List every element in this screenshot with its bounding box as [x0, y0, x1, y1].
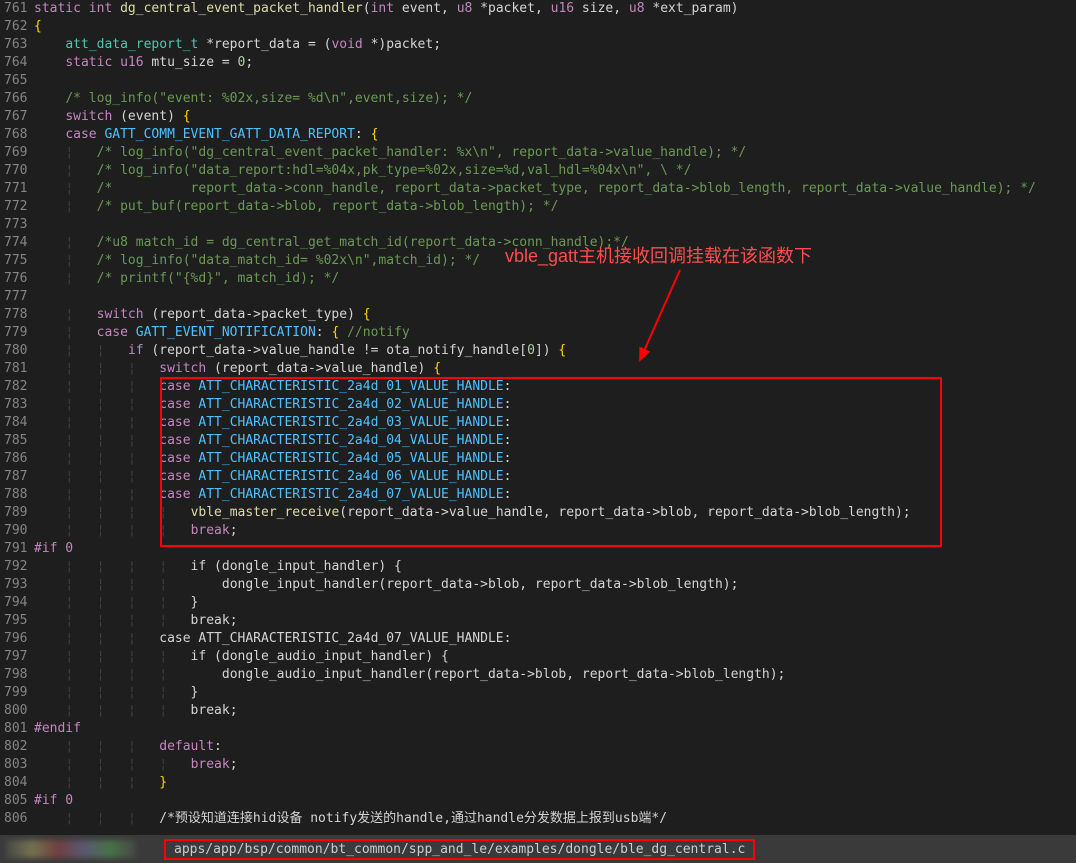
- code-line[interactable]: ¦ /* log_info("dg_central_event_packet_h…: [34, 144, 1076, 162]
- code-line[interactable]: ¦ ¦ ¦ case ATT_CHARACTERISTIC_2a4d_01_VA…: [34, 378, 1076, 396]
- line-number: 780: [4, 342, 24, 360]
- line-number: 796: [4, 630, 24, 648]
- line-number: 762: [4, 18, 24, 36]
- code-line[interactable]: static int dg_central_event_packet_handl…: [34, 0, 1076, 18]
- code-line[interactable]: ¦ ¦ ¦ ¦ dongle_input_handler(report_data…: [34, 576, 1076, 594]
- code-line[interactable]: switch (event) {: [34, 108, 1076, 126]
- code-area[interactable]: static int dg_central_event_packet_handl…: [32, 0, 1076, 835]
- line-number: 777: [4, 288, 24, 306]
- code-line[interactable]: ¦ ¦ ¦ case ATT_CHARACTERISTIC_2a4d_04_VA…: [34, 432, 1076, 450]
- line-number: 765: [4, 72, 24, 90]
- line-number: 801: [4, 720, 24, 738]
- code-line[interactable]: case GATT_COMM_EVENT_GATT_DATA_REPORT: {: [34, 126, 1076, 144]
- line-number: 775: [4, 252, 24, 270]
- code-line[interactable]: #if 0: [34, 540, 1076, 558]
- code-line[interactable]: ¦ ¦ ¦ ¦ dongle_audio_input_handler(repor…: [34, 666, 1076, 684]
- line-number: 804: [4, 774, 24, 792]
- code-line[interactable]: ¦ ¦ ¦ ¦ }: [34, 594, 1076, 612]
- line-number: 786: [4, 450, 24, 468]
- line-number: 795: [4, 612, 24, 630]
- line-number: 783: [4, 396, 24, 414]
- line-number: 785: [4, 432, 24, 450]
- code-line[interactable]: ¦ ¦ ¦ ¦ break;: [34, 756, 1076, 774]
- line-number: 771: [4, 180, 24, 198]
- status-bar: apps/app/bsp/common/bt_common/spp_and_le…: [0, 835, 1076, 863]
- code-line[interactable]: ¦ /*u8 match_id = dg_central_get_match_i…: [34, 234, 1076, 252]
- line-number: 800: [4, 702, 24, 720]
- line-number: 769: [4, 144, 24, 162]
- code-line[interactable]: ¦ ¦ ¦ case ATT_CHARACTERISTIC_2a4d_07_VA…: [34, 630, 1076, 648]
- line-number: 805: [4, 792, 24, 810]
- line-number: 764: [4, 54, 24, 72]
- line-number: 803: [4, 756, 24, 774]
- code-line[interactable]: ¦ ¦ ¦ case ATT_CHARACTERISTIC_2a4d_06_VA…: [34, 468, 1076, 486]
- code-line[interactable]: ¦ ¦ ¦ ¦ break;: [34, 702, 1076, 720]
- code-line[interactable]: ¦ ¦ ¦ /*预设知道连接hid设备 notify发送的handle,通过ha…: [34, 810, 1076, 828]
- line-number: 768: [4, 126, 24, 144]
- line-number: 792: [4, 558, 24, 576]
- file-path-text: apps/app/bsp/common/bt_common/spp_and_le…: [174, 842, 745, 857]
- line-number: 797: [4, 648, 24, 666]
- code-line[interactable]: ¦ ¦ if (report_data->value_handle != ota…: [34, 342, 1076, 360]
- code-line[interactable]: ¦ ¦ ¦ switch (report_data->value_handle)…: [34, 360, 1076, 378]
- code-line[interactable]: ¦ ¦ ¦ default:: [34, 738, 1076, 756]
- code-line[interactable]: ¦ ¦ ¦ case ATT_CHARACTERISTIC_2a4d_07_VA…: [34, 486, 1076, 504]
- code-line[interactable]: ¦ ¦ ¦ case ATT_CHARACTERISTIC_2a4d_02_VA…: [34, 396, 1076, 414]
- code-line[interactable]: [34, 288, 1076, 306]
- line-number: 791: [4, 540, 24, 558]
- code-line[interactable]: ¦ ¦ ¦ ¦ vble_master_receive(report_data-…: [34, 504, 1076, 522]
- code-line[interactable]: ¦ /* printf("{%d}", match_id); */: [34, 270, 1076, 288]
- line-number: 806: [4, 810, 24, 828]
- line-number: 770: [4, 162, 24, 180]
- code-line[interactable]: ¦ ¦ ¦ ¦ }: [34, 684, 1076, 702]
- line-number: 781: [4, 360, 24, 378]
- line-number: 774: [4, 234, 24, 252]
- code-line[interactable]: att_data_report_t *report_data = (void *…: [34, 36, 1076, 54]
- code-editor[interactable]: 7617627637647657667677687697707717727737…: [0, 0, 1076, 835]
- line-number: 767: [4, 108, 24, 126]
- line-number: 799: [4, 684, 24, 702]
- line-number: 788: [4, 486, 24, 504]
- code-line[interactable]: ¦ switch (report_data->packet_type) {: [34, 306, 1076, 324]
- line-number: 766: [4, 90, 24, 108]
- code-line[interactable]: ¦ /* report_data->conn_handle, report_da…: [34, 180, 1076, 198]
- line-number: 779: [4, 324, 24, 342]
- line-number: 802: [4, 738, 24, 756]
- code-line[interactable]: {: [34, 18, 1076, 36]
- code-line[interactable]: /* log_info("event: %02x,size= %d\n",eve…: [34, 90, 1076, 108]
- code-line[interactable]: [34, 216, 1076, 234]
- line-number: 784: [4, 414, 24, 432]
- code-line[interactable]: ¦ ¦ ¦ }: [34, 774, 1076, 792]
- code-line[interactable]: [34, 72, 1076, 90]
- statusbar-blur-region: [6, 840, 136, 858]
- code-line[interactable]: ¦ ¦ ¦ ¦ break;: [34, 522, 1076, 540]
- line-number: 798: [4, 666, 24, 684]
- code-line[interactable]: ¦ ¦ ¦ ¦ if (dongle_audio_input_handler) …: [34, 648, 1076, 666]
- line-number: 761: [4, 0, 24, 18]
- code-line[interactable]: ¦ /* log_info("data_match_id= %02x\n",ma…: [34, 252, 1076, 270]
- line-number: 789: [4, 504, 24, 522]
- line-number: 787: [4, 468, 24, 486]
- line-number: 794: [4, 594, 24, 612]
- code-line[interactable]: ¦ ¦ ¦ ¦ if (dongle_input_handler) {: [34, 558, 1076, 576]
- line-number: 773: [4, 216, 24, 234]
- code-line[interactable]: ¦ ¦ ¦ case ATT_CHARACTERISTIC_2a4d_05_VA…: [34, 450, 1076, 468]
- code-line[interactable]: #if 0: [34, 792, 1076, 810]
- line-number: 790: [4, 522, 24, 540]
- code-line[interactable]: #endif: [34, 720, 1076, 738]
- line-number: 763: [4, 36, 24, 54]
- code-line[interactable]: ¦ /* log_info("data_report:hdl=%04x,pk_t…: [34, 162, 1076, 180]
- line-number: 772: [4, 198, 24, 216]
- line-number: 778: [4, 306, 24, 324]
- code-line[interactable]: ¦ ¦ ¦ case ATT_CHARACTERISTIC_2a4d_03_VA…: [34, 414, 1076, 432]
- line-number: 776: [4, 270, 24, 288]
- code-line[interactable]: ¦ case GATT_EVENT_NOTIFICATION: { //noti…: [34, 324, 1076, 342]
- line-number: 782: [4, 378, 24, 396]
- code-line[interactable]: ¦ ¦ ¦ ¦ break;: [34, 612, 1076, 630]
- code-line[interactable]: ¦ /* put_buf(report_data->blob, report_d…: [34, 198, 1076, 216]
- code-line[interactable]: static u16 mtu_size = 0;: [34, 54, 1076, 72]
- file-path-box: apps/app/bsp/common/bt_common/spp_and_le…: [164, 839, 755, 860]
- line-number: 793: [4, 576, 24, 594]
- line-number-gutter: 7617627637647657667677687697707717727737…: [0, 0, 32, 835]
